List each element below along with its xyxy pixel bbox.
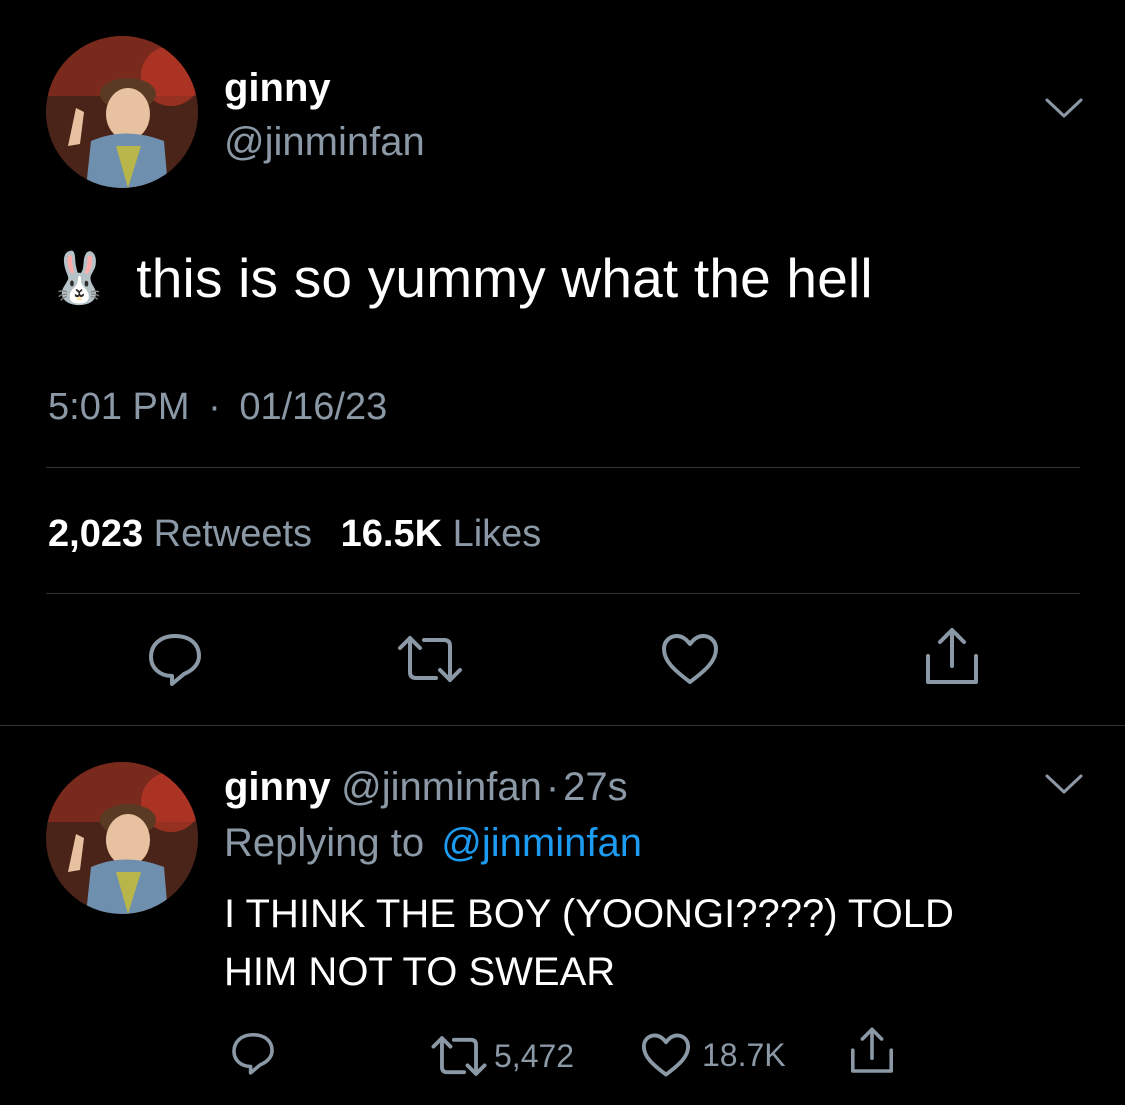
reply-like-count: 18.7K [702,1036,786,1073]
retweet-icon[interactable] [396,632,464,686]
tweet-timestamp[interactable]: 5:01 PM · 01/16/23 [48,386,387,429]
reply-retweet-icon [430,1033,488,1079]
reply-icon[interactable] [146,630,204,688]
likes-label: Likes [452,513,542,555]
reply-separator: · [545,765,560,809]
reply-author-name[interactable]: ginny [224,765,331,809]
retweets-stat[interactable]: 2,023 Retweets [48,513,323,555]
likes-count: 16.5K [340,513,443,555]
reply-retweet-count: 5,472 [494,1037,575,1074]
divider [0,725,1125,726]
reply-like-action[interactable]: 18.7K [640,1032,786,1078]
meta-separator: · [208,386,221,428]
retweets-label: Retweets [153,513,313,555]
tweet-stats: 2,023 Retweets 16.5K Likes [48,513,541,556]
share-icon[interactable] [922,626,982,688]
reply-text: I THINK THE BOY (YOONGI????) TOLD HIM NO… [224,885,954,1001]
reply-reply-icon[interactable] [230,1030,276,1076]
tweet-date: 01/16/23 [239,386,388,428]
reply-text-line: HIM NOT TO SWEAR [224,950,616,994]
author-avatar[interactable] [46,36,198,188]
tweet-text-row: 🐰 this is so yummy what the hell [48,246,873,310]
reply-header: ginny @jinminfan · 27s [224,765,628,810]
reply-share-icon[interactable] [848,1026,896,1076]
rabbit-emoji: 🐰 [48,249,111,306]
tweet-text: this is so yummy what the hell [136,247,873,309]
reply-retweet-action[interactable]: 5,472 [430,1033,574,1079]
reply-like-icon [640,1032,692,1078]
reply-chevron-down-icon[interactable] [1044,772,1084,796]
replying-to-label: Replying to [224,821,425,865]
reply-text-line: I THINK THE BOY (YOONGI????) TOLD [224,892,954,936]
reply-author-avatar[interactable] [46,762,198,914]
like-icon[interactable] [660,632,720,686]
replying-to: Replying to @jinminfan [224,821,642,866]
tweet-time: 5:01 PM [48,386,190,428]
divider [46,593,1080,594]
author-handle[interactable]: @jinminfan [224,120,425,165]
author-name[interactable]: ginny [224,66,331,111]
chevron-down-icon[interactable] [1044,96,1084,120]
reply-author-handle[interactable]: @jinminfan [341,765,542,809]
replying-to-link[interactable]: @jinminfan [441,821,642,865]
reply-time[interactable]: 27s [563,765,628,809]
likes-stat[interactable]: 16.5K Likes [341,513,542,555]
retweets-count: 2,023 [48,513,144,555]
divider [46,467,1080,468]
